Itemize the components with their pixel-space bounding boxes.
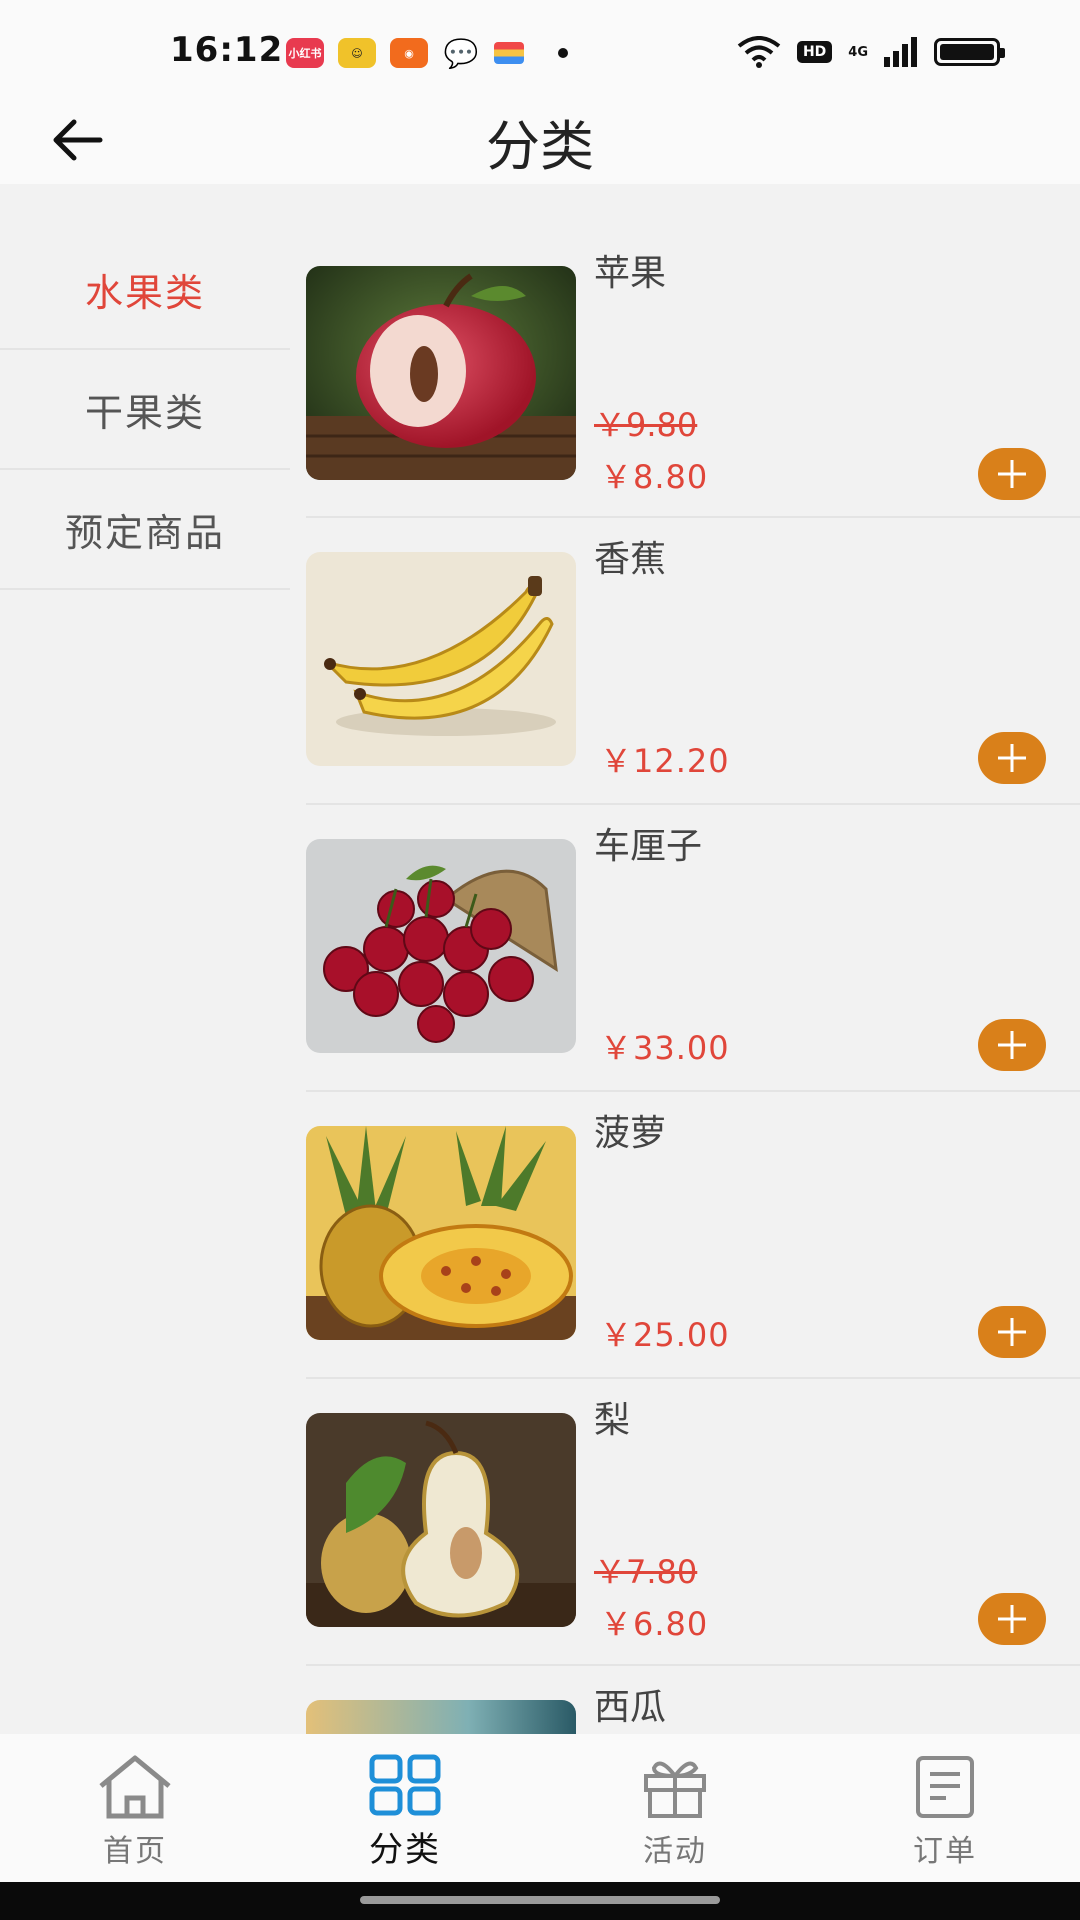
product-item[interactable]: 菠萝 ￥25.00 — [306, 1092, 1080, 1379]
pineapple-image[interactable] — [306, 1126, 576, 1340]
product-item[interactable]: 车厘子 ￥33.00 — [306, 805, 1080, 1092]
sale-price: ￥8.80 — [600, 458, 709, 496]
add-to-cart-button[interactable] — [978, 448, 1046, 500]
tab-activity[interactable]: 活动 — [540, 1734, 810, 1882]
bottom-tab-bar: 首页 分类 活动 订单 — [0, 1734, 1080, 1882]
more-notifications-dot — [558, 48, 568, 58]
sale-price: ￥12.20 — [600, 742, 730, 780]
product-item[interactable]: 香蕉 ￥12.20 — [306, 518, 1080, 805]
system-home-indicator — [0, 1882, 1080, 1920]
product-name: 苹果 — [594, 253, 667, 294]
add-to-cart-button[interactable] — [978, 1306, 1046, 1358]
category-preorder[interactable]: 预定商品 — [0, 470, 290, 590]
tab-order-label: 订单 — [913, 1834, 977, 1869]
plus-icon — [998, 460, 1026, 488]
product-name: 菠萝 — [594, 1113, 667, 1154]
sale-price: ￥25.00 — [600, 1316, 730, 1354]
add-to-cart-button[interactable] — [978, 1593, 1046, 1645]
plus-icon — [998, 1318, 1026, 1346]
product-item[interactable]: 西瓜 — [306, 1666, 1080, 1734]
page-title: 分类 — [486, 115, 594, 178]
signal-icon — [884, 37, 917, 67]
tab-activity-label: 活动 — [643, 1834, 707, 1869]
order-icon — [916, 1756, 974, 1818]
watermelon-image[interactable] — [306, 1700, 576, 1734]
grid-icon — [369, 1754, 441, 1816]
add-to-cart-button[interactable] — [978, 732, 1046, 784]
plus-icon — [998, 1031, 1026, 1059]
product-name: 香蕉 — [594, 539, 667, 580]
home-gesture-bar[interactable] — [360, 1896, 720, 1904]
product-name: 梨 — [594, 1400, 631, 1441]
hd-badge: HD — [796, 41, 833, 63]
wallet-icon — [494, 42, 524, 64]
tab-category[interactable]: 分类 — [270, 1734, 540, 1882]
banana-image[interactable] — [306, 552, 576, 766]
add-to-cart-button[interactable] — [978, 1019, 1046, 1071]
plus-icon — [998, 744, 1026, 772]
plus-icon — [998, 1605, 1026, 1633]
cherry-image[interactable] — [306, 839, 576, 1053]
pear-image[interactable] — [306, 1413, 576, 1627]
system-icons: HD 4G — [737, 36, 1005, 68]
original-price: ￥9.80 — [594, 406, 698, 444]
product-item[interactable]: 梨 ￥7.80 ￥6.80 — [306, 1379, 1080, 1666]
status-time: 16:12 — [170, 30, 284, 70]
category-fruit[interactable]: 水果类 — [0, 230, 290, 350]
category-dried-fruit[interactable]: 干果类 — [0, 350, 290, 470]
home-icon — [99, 1755, 171, 1819]
sale-price: ￥6.80 — [600, 1605, 709, 1643]
product-item[interactable]: 苹果 ￥9.80 ￥8.80 — [306, 184, 1080, 518]
original-price: ￥7.80 — [594, 1553, 698, 1591]
status-bar: 16:12 小红书 ☺ ◉ 💬 HD 4G — [0, 0, 1080, 100]
product-name: 西瓜 — [594, 1687, 667, 1728]
xiaohongshu-icon: 小红书 — [286, 38, 324, 68]
notification-icons: 小红书 ☺ ◉ 💬 — [286, 36, 568, 70]
category-sidebar: 水果类 干果类 预定商品 — [0, 184, 290, 590]
battery-icon — [934, 38, 1005, 66]
app-notification-icon: ☺ — [338, 38, 376, 68]
sale-price: ￥33.00 — [600, 1029, 730, 1067]
tab-order[interactable]: 订单 — [810, 1734, 1080, 1882]
tab-category-label: 分类 — [369, 1830, 441, 1870]
network-type: 4G — [848, 44, 868, 60]
product-list: 苹果 ￥9.80 ￥8.80 香蕉 ￥12.20 车厘子 ￥33.00 菠萝 ￥… — [306, 184, 1080, 1734]
wechat-icon: 💬 — [443, 36, 479, 70]
product-name: 车厘子 — [594, 826, 703, 867]
tab-home-label: 首页 — [103, 1834, 167, 1869]
apple-image[interactable] — [306, 266, 576, 480]
kuaishou-icon: ◉ — [390, 38, 428, 68]
wifi-icon — [737, 36, 781, 68]
tab-home[interactable]: 首页 — [0, 1734, 270, 1882]
gift-icon — [644, 1761, 706, 1818]
nav-bar: 分类 — [0, 100, 1080, 184]
